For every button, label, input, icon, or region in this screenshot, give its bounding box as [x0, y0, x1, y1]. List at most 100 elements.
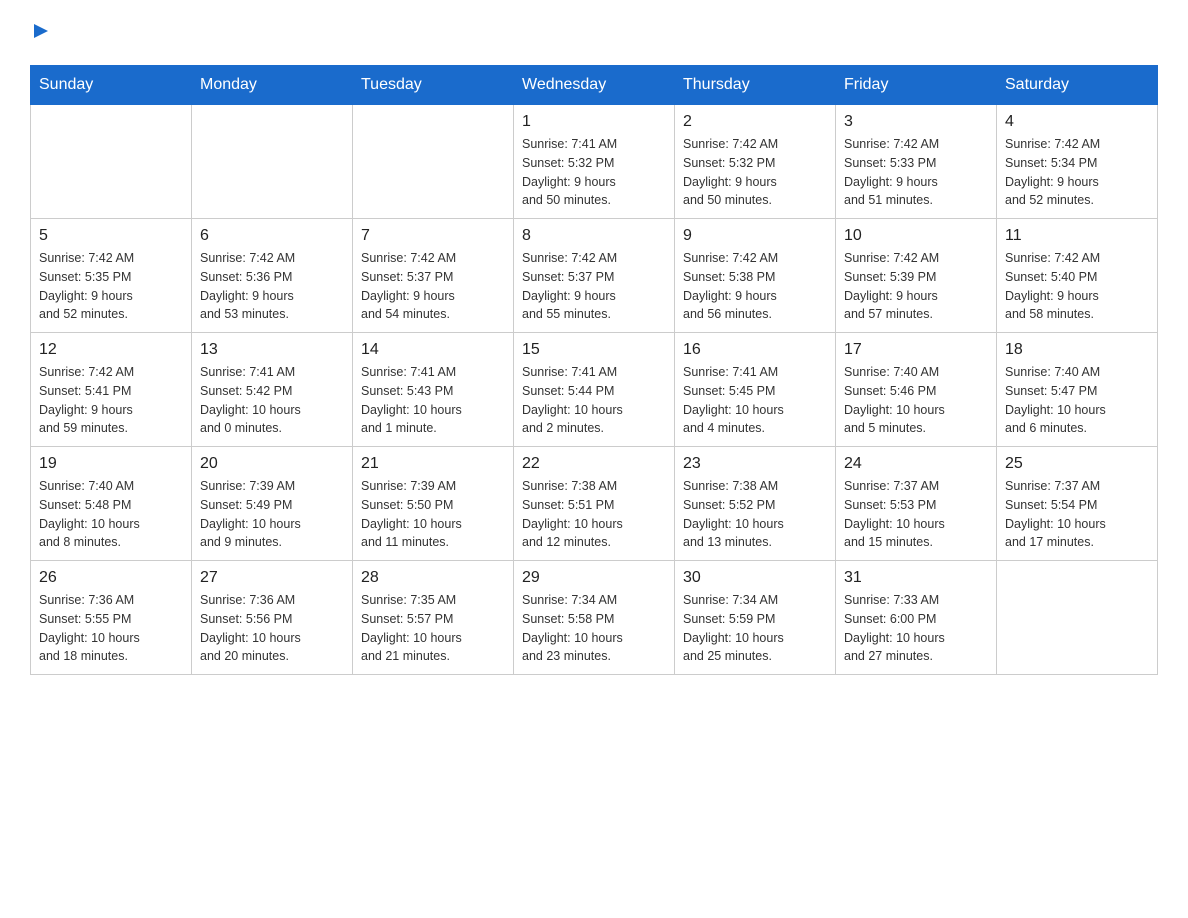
day-info: Sunrise: 7:42 AM Sunset: 5:35 PM Dayligh… [39, 249, 183, 324]
calendar-cell: 22 Sunrise: 7:38 AM Sunset: 5:51 PM Dayli… [514, 447, 675, 561]
calendar-day-header: Thursday [675, 66, 836, 105]
day-info: Sunrise: 7:42 AM Sunset: 5:37 PM Dayligh… [522, 249, 666, 324]
day-info: Sunrise: 7:36 AM Sunset: 5:56 PM Dayligh… [200, 591, 344, 666]
day-number: 26 [39, 569, 183, 587]
calendar-cell: 29 Sunrise: 7:34 AM Sunset: 5:58 PM Dayli… [514, 561, 675, 675]
calendar-week-row: 12 Sunrise: 7:42 AM Sunset: 5:41 PM Dayli… [31, 333, 1158, 447]
calendar-cell: 10 Sunrise: 7:42 AM Sunset: 5:39 PM Dayli… [836, 219, 997, 333]
day-number: 16 [683, 341, 827, 359]
calendar-cell: 2 Sunrise: 7:42 AM Sunset: 5:32 PM Daylig… [675, 105, 836, 219]
calendar-cell [31, 105, 192, 219]
calendar-cell: 19 Sunrise: 7:40 AM Sunset: 5:48 PM Dayli… [31, 447, 192, 561]
calendar-cell: 27Sunrise: 7:36 AM Sunset: 5:56 PM Dayli… [192, 561, 353, 675]
calendar-day-header: Friday [836, 66, 997, 105]
day-number: 7 [361, 227, 505, 245]
day-number: 29 [522, 569, 666, 587]
day-number: 13 [200, 341, 344, 359]
calendar-cell: 6 Sunrise: 7:42 AM Sunset: 5:36 PM Daylig… [192, 219, 353, 333]
day-number: 30 [683, 569, 827, 587]
calendar-cell: 18Sunrise: 7:40 AM Sunset: 5:47 PM Dayli… [997, 333, 1158, 447]
day-info: Sunrise: 7:42 AM Sunset: 5:41 PM Dayligh… [39, 363, 183, 438]
calendar-cell: 20 Sunrise: 7:39 AM Sunset: 5:49 PM Dayli… [192, 447, 353, 561]
calendar-cell: 1 Sunrise: 7:41 AM Sunset: 5:32 PM Daylig… [514, 105, 675, 219]
day-info: Sunrise: 7:41 AM Sunset: 5:44 PM Dayligh… [522, 363, 666, 438]
calendar-cell [192, 105, 353, 219]
calendar-cell: 12 Sunrise: 7:42 AM Sunset: 5:41 PM Dayli… [31, 333, 192, 447]
calendar-week-row: 19 Sunrise: 7:40 AM Sunset: 5:48 PM Dayli… [31, 447, 1158, 561]
day-number: 11 [1005, 227, 1149, 245]
calendar-cell: 26 Sunrise: 7:36 AM Sunset: 5:55 PM Dayli… [31, 561, 192, 675]
day-number: 6 [200, 227, 344, 245]
header [30, 20, 1158, 45]
day-info: Sunrise: 7:34 AM Sunset: 5:59 PM Dayligh… [683, 591, 827, 666]
calendar-cell: 17 Sunrise: 7:40 AM Sunset: 5:46 PM Dayli… [836, 333, 997, 447]
logo [30, 20, 50, 45]
day-info: Sunrise: 7:36 AM Sunset: 5:55 PM Dayligh… [39, 591, 183, 666]
calendar-cell: 23Sunrise: 7:38 AM Sunset: 5:52 PM Dayli… [675, 447, 836, 561]
calendar-day-header: Wednesday [514, 66, 675, 105]
calendar-cell: 3 Sunrise: 7:42 AM Sunset: 5:33 PM Daylig… [836, 105, 997, 219]
calendar-day-header: Monday [192, 66, 353, 105]
calendar-cell: 14Sunrise: 7:41 AM Sunset: 5:43 PM Dayli… [353, 333, 514, 447]
day-info: Sunrise: 7:42 AM Sunset: 5:37 PM Dayligh… [361, 249, 505, 324]
calendar-cell: 4Sunrise: 7:42 AM Sunset: 5:34 PM Daylig… [997, 105, 1158, 219]
day-info: Sunrise: 7:42 AM Sunset: 5:38 PM Dayligh… [683, 249, 827, 324]
day-number: 25 [1005, 455, 1149, 473]
calendar-cell: 24 Sunrise: 7:37 AM Sunset: 5:53 PM Dayli… [836, 447, 997, 561]
day-number: 20 [200, 455, 344, 473]
day-info: Sunrise: 7:42 AM Sunset: 5:32 PM Dayligh… [683, 135, 827, 210]
day-number: 31 [844, 569, 988, 587]
day-info: Sunrise: 7:39 AM Sunset: 5:50 PM Dayligh… [361, 477, 505, 552]
calendar-cell: 11 Sunrise: 7:42 AM Sunset: 5:40 PM Dayli… [997, 219, 1158, 333]
day-number: 23 [683, 455, 827, 473]
day-number: 19 [39, 455, 183, 473]
day-info: Sunrise: 7:38 AM Sunset: 5:51 PM Dayligh… [522, 477, 666, 552]
day-info: Sunrise: 7:40 AM Sunset: 5:46 PM Dayligh… [844, 363, 988, 438]
day-info: Sunrise: 7:42 AM Sunset: 5:36 PM Dayligh… [200, 249, 344, 324]
day-info: Sunrise: 7:42 AM Sunset: 5:40 PM Dayligh… [1005, 249, 1149, 324]
day-number: 5 [39, 227, 183, 245]
calendar-week-row: 1 Sunrise: 7:41 AM Sunset: 5:32 PM Daylig… [31, 105, 1158, 219]
calendar-day-header: Sunday [31, 66, 192, 105]
day-info: Sunrise: 7:40 AM Sunset: 5:48 PM Dayligh… [39, 477, 183, 552]
day-info: Sunrise: 7:42 AM Sunset: 5:33 PM Dayligh… [844, 135, 988, 210]
calendar-cell [997, 561, 1158, 675]
calendar-cell: 8Sunrise: 7:42 AM Sunset: 5:37 PM Daylig… [514, 219, 675, 333]
day-number: 1 [522, 113, 666, 131]
day-number: 2 [683, 113, 827, 131]
day-number: 22 [522, 455, 666, 473]
logo-arrow-icon [32, 22, 50, 40]
day-info: Sunrise: 7:41 AM Sunset: 5:45 PM Dayligh… [683, 363, 827, 438]
day-number: 15 [522, 341, 666, 359]
day-number: 24 [844, 455, 988, 473]
day-info: Sunrise: 7:41 AM Sunset: 5:43 PM Dayligh… [361, 363, 505, 438]
day-info: Sunrise: 7:39 AM Sunset: 5:49 PM Dayligh… [200, 477, 344, 552]
day-number: 17 [844, 341, 988, 359]
calendar-day-header: Saturday [997, 66, 1158, 105]
calendar-week-row: 5 Sunrise: 7:42 AM Sunset: 5:35 PM Daylig… [31, 219, 1158, 333]
day-number: 9 [683, 227, 827, 245]
calendar-cell: 30 Sunrise: 7:34 AM Sunset: 5:59 PM Dayli… [675, 561, 836, 675]
calendar-day-header: Tuesday [353, 66, 514, 105]
day-number: 10 [844, 227, 988, 245]
calendar-cell: 5 Sunrise: 7:42 AM Sunset: 5:35 PM Daylig… [31, 219, 192, 333]
day-number: 18 [1005, 341, 1149, 359]
calendar-header-row: SundayMondayTuesdayWednesdayThursdayFrid… [31, 66, 1158, 105]
calendar-cell: 15 Sunrise: 7:41 AM Sunset: 5:44 PM Dayli… [514, 333, 675, 447]
calendar-cell: 13Sunrise: 7:41 AM Sunset: 5:42 PM Dayli… [192, 333, 353, 447]
day-info: Sunrise: 7:37 AM Sunset: 5:53 PM Dayligh… [844, 477, 988, 552]
calendar-cell: 28Sunrise: 7:35 AM Sunset: 5:57 PM Dayli… [353, 561, 514, 675]
calendar: SundayMondayTuesdayWednesdayThursdayFrid… [30, 65, 1158, 675]
day-info: Sunrise: 7:42 AM Sunset: 5:39 PM Dayligh… [844, 249, 988, 324]
calendar-cell: 7 Sunrise: 7:42 AM Sunset: 5:37 PM Daylig… [353, 219, 514, 333]
day-number: 12 [39, 341, 183, 359]
day-info: Sunrise: 7:34 AM Sunset: 5:58 PM Dayligh… [522, 591, 666, 666]
day-number: 21 [361, 455, 505, 473]
calendar-cell [353, 105, 514, 219]
day-info: Sunrise: 7:41 AM Sunset: 5:32 PM Dayligh… [522, 135, 666, 210]
calendar-week-row: 26 Sunrise: 7:36 AM Sunset: 5:55 PM Dayli… [31, 561, 1158, 675]
calendar-cell: 31 Sunrise: 7:33 AM Sunset: 6:00 PM Dayli… [836, 561, 997, 675]
day-info: Sunrise: 7:33 AM Sunset: 6:00 PM Dayligh… [844, 591, 988, 666]
calendar-cell: 16 Sunrise: 7:41 AM Sunset: 5:45 PM Dayli… [675, 333, 836, 447]
day-number: 3 [844, 113, 988, 131]
